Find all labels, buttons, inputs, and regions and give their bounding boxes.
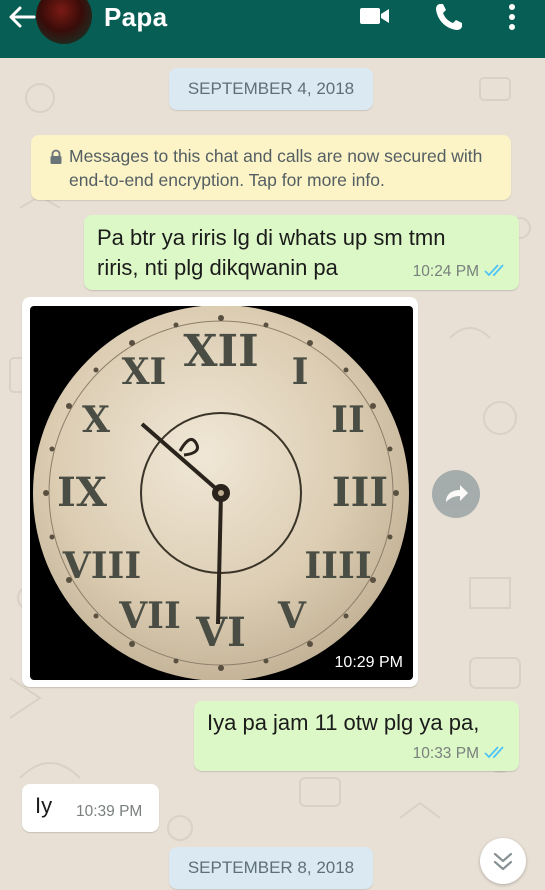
outgoing-message[interactable]: Pa btr ya riris lg di whats up sm tmn ri… (84, 215, 519, 290)
video-call-icon[interactable] (358, 2, 392, 30)
back-arrow-icon[interactable] (6, 4, 38, 30)
chat-area[interactable]: SEPTEMBER 4, 2018 Messages to this chat … (0, 58, 545, 890)
date-divider: SEPTEMBER 8, 2018 (169, 847, 373, 889)
svg-text:X: X (82, 399, 110, 441)
contact-avatar[interactable] (36, 0, 92, 44)
overflow-menu-icon[interactable] (503, 2, 521, 32)
message-meta: 10:33 PM (413, 745, 509, 763)
svg-text:II: II (331, 399, 365, 441)
svg-text:XI: XI (122, 351, 167, 393)
incoming-image-message[interactable]: XII I II III IIII V VI VII VIII IX X XI (22, 297, 418, 687)
encryption-notice-text: Messages to this chat and calls are now … (69, 146, 483, 190)
read-receipt-icon (484, 264, 504, 277)
message-time: 10:24 PM (412, 263, 479, 280)
svg-text:V: V (277, 595, 307, 637)
message-line: riris, nti plg dikqwanin pa (97, 255, 338, 280)
message-text: Iy (35, 793, 53, 818)
message-meta: 10:24 PM (413, 263, 509, 281)
voice-call-icon[interactable] (433, 2, 465, 32)
contact-name[interactable]: Papa (104, 2, 167, 33)
message-time: 10:39 PM (76, 803, 143, 820)
svg-text:XII: XII (183, 326, 258, 377)
svg-text:VII: VII (118, 595, 181, 637)
message-line: Pa btr ya riris lg di whats up sm tmn (97, 225, 446, 250)
date-divider: SEPTEMBER 4, 2018 (169, 68, 373, 110)
message-time: 10:33 PM (412, 745, 479, 762)
svg-text:IX: IX (57, 469, 107, 516)
svg-text:VI: VI (195, 609, 246, 656)
clock-image[interactable]: XII I II III IIII V VI VII VIII IX X XI (30, 306, 413, 680)
message-text: Iya pa jam 11 otw plg ya pa, (207, 710, 480, 735)
svg-text:IIII: IIII (304, 545, 371, 587)
double-chevron-down-icon (493, 852, 513, 871)
chat-header: Papa (0, 0, 545, 58)
clock-picture: XII I II III IIII V VI VII VIII IX X XI (33, 306, 409, 680)
lock-icon (50, 149, 62, 164)
encryption-notice[interactable]: Messages to this chat and calls are now … (31, 135, 511, 200)
svg-text:III: III (332, 469, 388, 516)
read-receipt-icon (484, 746, 504, 759)
image-time: 10:29 PM (334, 654, 403, 671)
forward-icon[interactable] (432, 470, 480, 518)
svg-text:I: I (292, 351, 309, 393)
incoming-message[interactable]: Iy 10:39 PM (22, 784, 159, 832)
svg-text:VIII: VIII (62, 545, 141, 587)
scroll-to-bottom-button[interactable] (480, 838, 526, 884)
outgoing-message[interactable]: Iya pa jam 11 otw plg ya pa, 10:33 PM (194, 701, 519, 771)
